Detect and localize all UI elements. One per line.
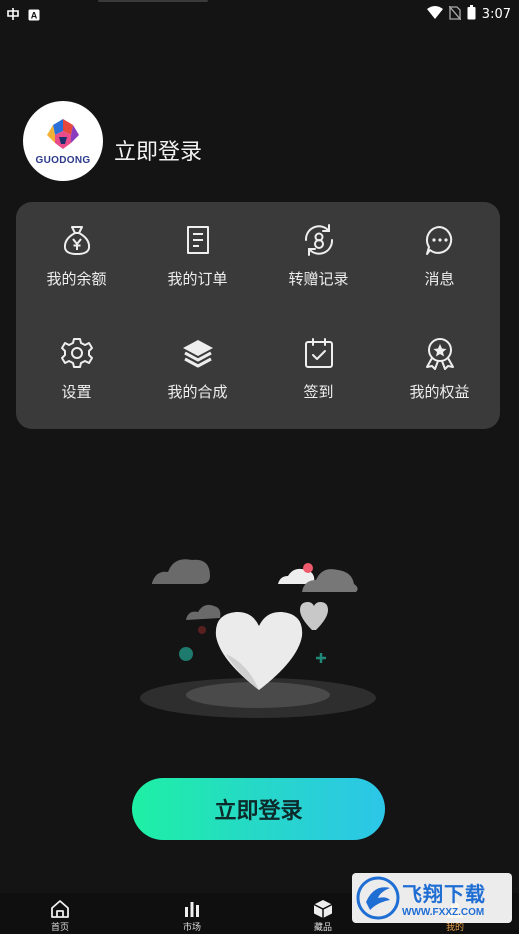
- menu-label: 我的余额: [46, 270, 107, 288]
- avatar-brand-text: GUODONG: [35, 154, 91, 166]
- status-time: 3:07: [481, 7, 511, 22]
- wifi-icon: [426, 6, 443, 23]
- status-right-icons: 3:07: [426, 5, 511, 24]
- empty-state-illustration: [140, 559, 376, 718]
- login-button[interactable]: 立即登录: [132, 778, 385, 840]
- menu-label: 设置: [61, 383, 92, 401]
- money-bag-icon: [59, 222, 95, 258]
- message-icon: [422, 222, 458, 258]
- login-link[interactable]: 立即登录: [114, 134, 202, 166]
- menu-item-synthesis[interactable]: 我的合成: [137, 315, 258, 415]
- nav-collection[interactable]: 藏品: [293, 899, 353, 933]
- gear-icon: [59, 335, 95, 371]
- menu-item-checkin[interactable]: 签到: [258, 315, 379, 415]
- status-left-icons: A: [6, 6, 40, 25]
- watermark-url: WWW.FXXZ.COM: [402, 907, 485, 918]
- menu-label: 我的权益: [409, 383, 470, 401]
- guodong-logo: [47, 118, 79, 149]
- menu-item-messages[interactable]: 消息: [379, 202, 500, 302]
- menu-label: 签到: [303, 383, 334, 401]
- menu-item-orders[interactable]: 我的订单: [137, 202, 258, 302]
- nav-label: 首页: [50, 923, 69, 933]
- menu-item-transfer-records[interactable]: 转赠记录: [258, 202, 379, 302]
- menu-item-balance[interactable]: 我的余额: [16, 202, 137, 302]
- order-icon: [180, 222, 216, 258]
- watermark-logo-icon: [356, 876, 400, 920]
- svg-text:A: A: [31, 11, 38, 21]
- a-icon: A: [28, 6, 40, 25]
- no-sim-icon: [448, 5, 462, 24]
- watermark: 飞翔下载 WWW.FXXZ.COM: [352, 873, 512, 923]
- checkin-icon: [301, 335, 337, 371]
- menu-label: 消息: [424, 270, 455, 288]
- nav-home[interactable]: 首页: [30, 899, 90, 933]
- avatar[interactable]: GUODONG: [23, 101, 103, 181]
- menu-label: 转赠记录: [288, 270, 349, 288]
- watermark-cn: 飞翔下载: [402, 882, 486, 906]
- layers-icon: [180, 335, 216, 371]
- chart-icon: [185, 902, 199, 917]
- menu-label: 我的合成: [167, 383, 228, 401]
- menu-item-settings[interactable]: 设置: [16, 315, 137, 415]
- box-icon: [313, 900, 333, 918]
- home-icon: [51, 900, 69, 918]
- status-bar: A 3:07: [0, 0, 519, 28]
- notch: [98, 0, 208, 2]
- app-icon: [6, 6, 20, 25]
- battery-icon: [467, 5, 476, 24]
- award-icon: [422, 335, 458, 371]
- nav-market[interactable]: 市场: [162, 899, 222, 933]
- nav-label: 市场: [182, 923, 201, 933]
- menu-card: 我的余额 我的订单 转赠记录 消息 设置 我的合成 签到 我的权益: [16, 202, 500, 429]
- menu-label: 我的订单: [167, 270, 228, 288]
- menu-item-rights[interactable]: 我的权益: [379, 315, 500, 415]
- transfer-icon: [301, 222, 337, 258]
- nav-label: 藏品: [313, 923, 332, 933]
